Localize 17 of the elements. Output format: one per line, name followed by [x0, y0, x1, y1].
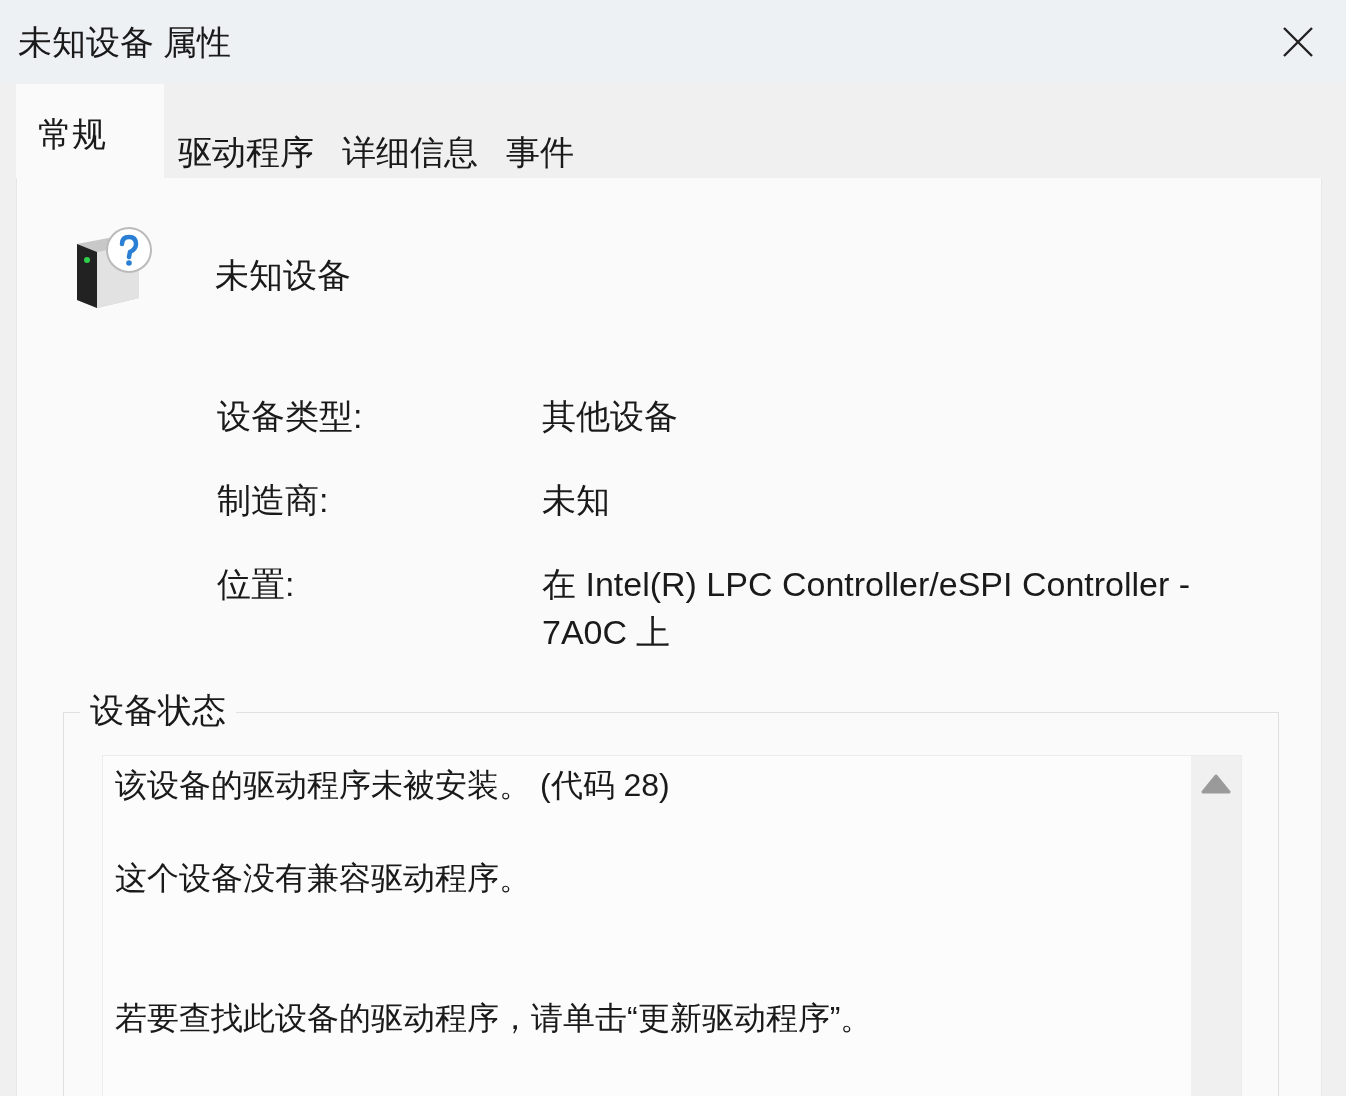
- property-value: 未知: [542, 480, 611, 521]
- close-icon: [1282, 26, 1314, 58]
- device-icon: [75, 226, 155, 310]
- window-title: 未知设备 属性: [18, 21, 232, 63]
- scroll-up-arrow-icon: [1201, 774, 1231, 794]
- property-value: 在 Intel(R) LPC Controller/eSPI Controller - 7A0C 上: [542, 564, 1192, 653]
- status-message: 该设备的驱动程序未被安装。 (代码 28): [115, 766, 671, 805]
- property-label: 设备类型:: [217, 396, 364, 437]
- scrollbar[interactable]: [1191, 756, 1241, 1096]
- status-message: 若要查找此设备的驱动程序，请单击“更新驱动程序”。: [115, 998, 874, 1038]
- status-message: 这个设备没有兼容驱动程序。: [115, 859, 532, 898]
- tab[interactable]: 常规: [16, 84, 164, 178]
- status-text-field[interactable]: 该设备的驱动程序未被安装。 (代码 28) 这个设备没有兼容驱动程序。 若要查找此设备的驱动程序，请单击“更新驱动程序”。: [102, 755, 1242, 1096]
- property-label: 制造商:: [217, 480, 330, 521]
- property-label: 位置:: [217, 564, 296, 605]
- property-value: 其他设备: [542, 396, 679, 437]
- device-name: 未知设备: [215, 254, 351, 296]
